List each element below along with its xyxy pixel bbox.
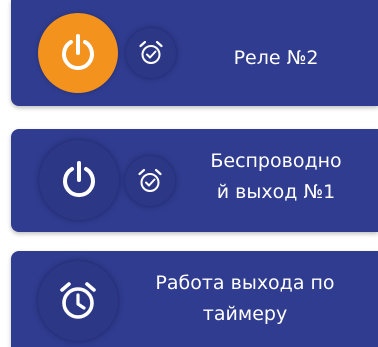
device-outputs-screen: Реле №2 Беспроводно й выход №1 Работа вы… bbox=[0, 0, 378, 347]
output-card-wireless-1: Беспроводно й выход №1 bbox=[11, 129, 378, 232]
power-icon bbox=[62, 34, 94, 71]
timer-mode-card: Работа выхода по таймеру bbox=[11, 251, 378, 347]
output-card-relay-2: Реле №2 bbox=[11, 0, 378, 106]
timer-settings-button[interactable] bbox=[125, 156, 175, 206]
output-name-label: Реле №2 bbox=[233, 47, 319, 69]
power-toggle-button[interactable] bbox=[38, 13, 118, 93]
timer-settings-button[interactable] bbox=[126, 28, 176, 78]
alarm-clock-icon bbox=[60, 282, 96, 319]
alarm-clock-check-icon bbox=[138, 168, 162, 192]
timer-mode-button[interactable] bbox=[38, 261, 118, 341]
alarm-clock-check-icon bbox=[139, 40, 163, 64]
power-icon bbox=[63, 161, 95, 198]
output-name-label: Беспроводно й выход №1 bbox=[210, 150, 342, 203]
timer-mode-label: Работа выхода по таймеру bbox=[155, 272, 335, 325]
power-toggle-button[interactable] bbox=[39, 140, 119, 220]
